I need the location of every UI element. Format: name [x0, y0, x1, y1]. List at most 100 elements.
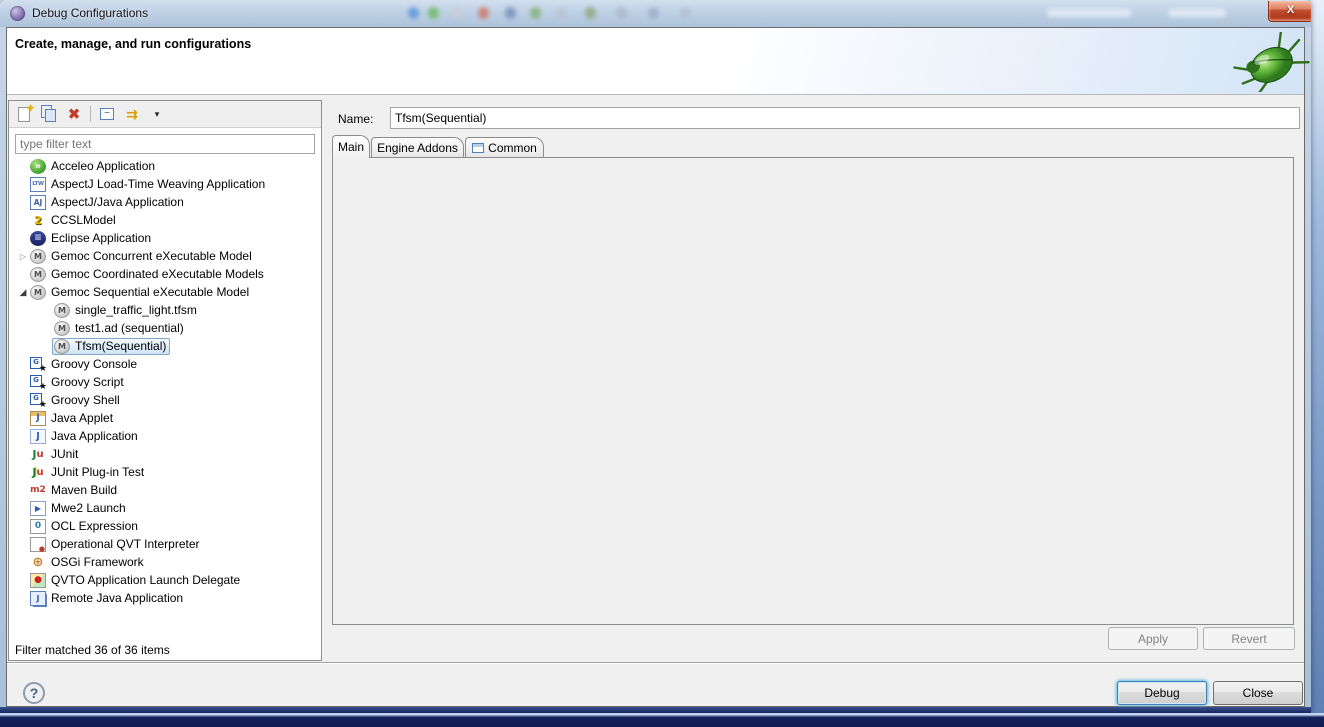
- duplicate-configuration-icon[interactable]: [40, 105, 58, 123]
- tree-item-junit[interactable]: JUnit: [10, 445, 316, 463]
- tree-item-gemoc-sequential[interactable]: ◢MGemoc Sequential eXecutable Model: [10, 283, 316, 301]
- tree-item-ocl-expression[interactable]: 0OCL Expression: [10, 517, 316, 535]
- tree-item-operational-qvt[interactable]: Operational QVT Interpreter: [10, 535, 316, 553]
- java-applet-icon: J: [30, 411, 46, 426]
- name-input[interactable]: [390, 107, 1300, 129]
- window-close-button[interactable]: X: [1268, 1, 1311, 22]
- desktop-background: [1311, 0, 1324, 727]
- tree-item-gemoc-coordinated[interactable]: MGemoc Coordinated eXecutable Models: [10, 265, 316, 283]
- tree-selection: MTfsm(Sequential): [52, 338, 170, 355]
- eclipse-icon: ≡: [30, 231, 46, 246]
- blurred-taskbar-icon: [530, 7, 541, 19]
- configurations-tree: »Acceleo Application LTWAspectJ Load-Tim…: [10, 157, 316, 607]
- qvto-icon: ●: [30, 573, 46, 588]
- configurations-sidebar: + ✖ − ⇉ ▾ »Acceleo Application LTWAspect…: [8, 100, 322, 661]
- debug-bug-image: [1225, 32, 1313, 92]
- ccsl-icon: 2: [30, 213, 46, 228]
- name-label: Name:: [338, 112, 373, 126]
- delete-configuration-icon[interactable]: ✖: [65, 105, 83, 123]
- tab-engine-addons[interactable]: Engine Addons: [371, 137, 464, 158]
- aspectj-java-icon: AJ: [30, 195, 46, 210]
- gemoc-icon: M: [30, 285, 46, 300]
- ltw-icon: LTW: [30, 177, 46, 192]
- ocl-icon: 0: [30, 519, 46, 534]
- tree-item-test1-ad-sequential[interactable]: Mtest1.ad (sequential): [10, 319, 316, 337]
- groovy-icon: [30, 357, 46, 372]
- tree-item-junit-plugin-test[interactable]: JUnit Plug-in Test: [10, 463, 316, 481]
- tree-item-mwe2-launch[interactable]: ▶Mwe2 Launch: [10, 499, 316, 517]
- filter-configurations-icon[interactable]: ⇉: [123, 105, 141, 123]
- tree-item-qvto-launch-delegate[interactable]: ●QVTO Application Launch Delegate: [10, 571, 316, 589]
- blurred-taskbar-icon: [428, 7, 439, 19]
- blurred-taskbar-icon: [556, 7, 567, 19]
- groovy-icon: [30, 375, 46, 390]
- tree-item-groovy-console[interactable]: Groovy Console: [10, 355, 316, 373]
- expander-expanded-icon[interactable]: ◢: [16, 287, 30, 298]
- new-configuration-icon[interactable]: +: [15, 105, 33, 123]
- filter-status: Filter matched 36 of 36 items: [15, 643, 315, 657]
- junit-plugin-icon: [30, 465, 46, 480]
- blurred-taskbar-icon: [408, 7, 419, 19]
- mwe2-icon: ▶: [30, 501, 46, 516]
- tree-item-aspectj-ltw-application[interactable]: LTWAspectJ Load-Time Weaving Application: [10, 175, 316, 193]
- gemoc-icon: M: [30, 249, 46, 264]
- groovy-icon: [30, 393, 46, 408]
- tree-item-groovy-shell[interactable]: Groovy Shell: [10, 391, 316, 409]
- tree-item-maven-build[interactable]: m2Maven Build: [10, 481, 316, 499]
- revert-button[interactable]: Revert: [1203, 627, 1295, 650]
- table-icon: [472, 143, 484, 153]
- tree-item-java-applet[interactable]: JJava Applet: [10, 409, 316, 427]
- sidebar-toolbar: + ✖ − ⇉ ▾: [9, 101, 321, 128]
- osgi-icon: ⊕: [30, 555, 46, 570]
- toolbar-separator: [90, 106, 91, 122]
- gemoc-icon: M: [54, 339, 70, 354]
- gemoc-icon: M: [54, 321, 70, 336]
- blurred-taskbar-icon: [478, 7, 489, 19]
- acceleo-icon: »: [30, 159, 46, 174]
- tab-main[interactable]: Main: [332, 135, 370, 158]
- qvt-icon: [30, 537, 46, 552]
- help-button[interactable]: ?: [23, 682, 45, 704]
- tree-item-eclipse-application[interactable]: ≡Eclipse Application: [10, 229, 316, 247]
- apply-button[interactable]: Apply: [1108, 627, 1198, 650]
- blurred-taskbar-icon: [680, 7, 691, 19]
- tree-item-aspectj-java-application[interactable]: AJAspectJ/Java Application: [10, 193, 316, 211]
- tree-item-tfsm-sequential-selected[interactable]: MTfsm(Sequential): [10, 337, 316, 355]
- tree-item-single-traffic-light[interactable]: Msingle_traffic_light.tfsm: [10, 301, 316, 319]
- tree-item-groovy-script[interactable]: Groovy Script: [10, 373, 316, 391]
- collapse-all-icon[interactable]: −: [98, 105, 116, 123]
- footer-separator: [7, 662, 1304, 664]
- main-tab-content: [332, 157, 1294, 625]
- maven-icon: m2: [30, 483, 46, 498]
- filter-input[interactable]: [15, 134, 315, 154]
- blurred-taskbar-icon: [616, 7, 627, 19]
- banner-title: Create, manage, and run configurations: [15, 37, 251, 51]
- junit-icon: [30, 447, 46, 462]
- toolbar-menu-caret-icon[interactable]: ▾: [148, 105, 166, 123]
- blurred-taskbar-icon: [505, 7, 516, 19]
- close-button[interactable]: Close: [1213, 681, 1303, 705]
- remote-java-icon: J: [30, 591, 46, 606]
- tree-item-acceleo-application[interactable]: »Acceleo Application: [10, 157, 316, 175]
- title-bar[interactable]: Debug Configurations X: [0, 0, 1311, 27]
- java-application-icon: J: [30, 429, 46, 444]
- tree-item-java-application[interactable]: JJava Application: [10, 427, 316, 445]
- blurred-taskbar-icon: [585, 7, 596, 19]
- blurred-taskbar-icon: [648, 7, 659, 19]
- blurred-taskbar-icon: [452, 7, 463, 19]
- expander-collapsed-icon[interactable]: ▷: [16, 252, 30, 261]
- tree-item-osgi-framework[interactable]: ⊕OSGi Framework: [10, 553, 316, 571]
- tab-common[interactable]: Common: [465, 137, 544, 158]
- dialog-banner: Create, manage, and run configurations: [7, 28, 1304, 95]
- window-title: Debug Configurations: [32, 6, 148, 20]
- blurred-background-text: [1047, 9, 1131, 17]
- gemoc-icon: M: [54, 303, 70, 318]
- debug-button[interactable]: Debug: [1117, 681, 1207, 705]
- blurred-background-text: [1168, 9, 1226, 17]
- debug-configurations-icon: [10, 6, 25, 21]
- tree-item-remote-java-application[interactable]: JRemote Java Application: [10, 589, 316, 607]
- tree-item-ccslmodel[interactable]: 2CCSLModel: [10, 211, 316, 229]
- gemoc-icon: M: [30, 267, 46, 282]
- tree-item-gemoc-concurrent[interactable]: ▷MGemoc Concurrent eXecutable Model: [10, 247, 316, 265]
- taskbar: [0, 713, 1324, 727]
